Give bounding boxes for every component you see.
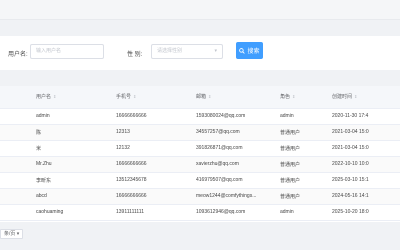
search-button-label: 搜索 bbox=[247, 49, 260, 55]
cell-role: admin bbox=[276, 108, 328, 125]
table-header-label: 手机号 bbox=[116, 94, 132, 101]
search-bar: 用户名: 输入用户名 性 别: 请选择性别 ▾ 搜索 bbox=[0, 36, 400, 70]
gender-select[interactable]: 请选择性别 ▾ bbox=[151, 44, 223, 59]
cell-email: xavierzhu@qq.com bbox=[192, 156, 276, 173]
cell-role: 普通用户 bbox=[276, 140, 328, 157]
table-row[interactable]: Mr.Zhu 16666666666 xavierzhu@qq.com 普通用户… bbox=[0, 156, 400, 173]
row-select-cell bbox=[0, 156, 32, 173]
cell-created: 2022-10-10 10:0 bbox=[328, 156, 400, 173]
cell-created: 2024-05-16 14:1 bbox=[328, 188, 400, 205]
cell-role: admin bbox=[276, 204, 328, 221]
cell-created: 2020-11-30 17:4 bbox=[328, 108, 400, 125]
cell-created: 2021-03-04 15:0 bbox=[328, 124, 400, 141]
cell-phone: 13512345678 bbox=[112, 172, 192, 189]
row-select-cell bbox=[0, 140, 32, 157]
chevron-down-icon: ▾ bbox=[16, 231, 20, 237]
sort-icon[interactable]: ⇕ bbox=[208, 94, 211, 99]
table-header-username[interactable]: 用户名 ⇕ bbox=[32, 86, 112, 109]
table-header-label: 用户名 bbox=[36, 94, 52, 101]
row-select-cell bbox=[0, 172, 32, 189]
table-header-select bbox=[0, 86, 32, 109]
cell-username: 米 bbox=[32, 140, 112, 157]
cell-phone: 12132 bbox=[112, 140, 192, 157]
table-header-label: 创建时间 bbox=[332, 94, 353, 101]
cell-role: 普通用户 bbox=[276, 156, 328, 173]
table-header-label: 角色 bbox=[280, 94, 291, 101]
search-button[interactable]: 搜索 bbox=[236, 42, 263, 59]
table-header-label: 邮箱 bbox=[196, 94, 207, 101]
cell-username: Mr.Zhu bbox=[32, 156, 112, 173]
cell-email: 34557257@qq.com bbox=[192, 124, 276, 141]
table-header-phone[interactable]: 手机号 ⇕ bbox=[112, 86, 192, 109]
cell-role: 普通用户 bbox=[276, 188, 328, 205]
sort-icon[interactable]: ⇕ bbox=[133, 94, 136, 99]
sort-icon[interactable]: ⇕ bbox=[292, 94, 295, 99]
row-select-cell bbox=[0, 108, 32, 125]
cell-phone: 16666666666 bbox=[112, 156, 192, 173]
cell-role: 普通用户 bbox=[276, 172, 328, 189]
cell-created: 2025-03-10 15:1 bbox=[328, 172, 400, 189]
cell-username: caohuaming bbox=[32, 204, 112, 221]
cell-username: 李昕东 bbox=[32, 172, 112, 189]
username-input[interactable]: 输入用户名 bbox=[30, 44, 104, 59]
user-table: 用户名 ⇕ 手机号 ⇕ 邮箱 ⇕ 角色 ⇕ 创建时间 ⇕ admin 1666666666… bbox=[0, 86, 400, 222]
cell-phone: 16666666666 bbox=[112, 108, 192, 125]
top-bar bbox=[0, 0, 400, 20]
cell-phone: 13911111111 bbox=[112, 204, 192, 221]
table-header-role[interactable]: 角色 ⇕ bbox=[276, 86, 328, 109]
table-row[interactable]: caohuaming 13911111111 1093612946@qq.com… bbox=[0, 204, 400, 221]
cell-email: meow1244@comfythings... bbox=[192, 188, 276, 205]
row-select-cell bbox=[0, 124, 32, 141]
cell-phone: 12313 bbox=[112, 124, 192, 141]
row-select-cell bbox=[0, 204, 32, 221]
table-row[interactable]: admin 16666666666 1593080024@qq.com admi… bbox=[0, 108, 400, 125]
table-row[interactable]: abcd 16666666666 meow1244@comfythings...… bbox=[0, 188, 400, 205]
gender-label: 性 别: bbox=[127, 52, 143, 58]
cell-username: 陈 bbox=[32, 124, 112, 141]
table-header-created[interactable]: 创建时间 ⇕ bbox=[328, 86, 400, 109]
cell-username: abcd bbox=[32, 188, 112, 205]
cell-email: 391826871@qq.com bbox=[192, 140, 276, 157]
cell-email: 1593080024@qq.com bbox=[192, 108, 276, 125]
gender-select-placeholder: 请选择性别 bbox=[157, 48, 183, 54]
row-select-cell bbox=[0, 188, 32, 205]
cell-role: 普通用户 bbox=[276, 124, 328, 141]
cell-email: 1093612946@qq.com bbox=[192, 204, 276, 221]
table-row[interactable]: 米 12132 391826871@qq.com 普通用户 2021-03-04… bbox=[0, 140, 400, 157]
cell-created: 2025-10-20 18:0 bbox=[328, 204, 400, 221]
table-row[interactable]: 陈 12313 34557257@qq.com 普通用户 2021-03-04 … bbox=[0, 124, 400, 141]
cell-email: 416979507@qq.com bbox=[192, 172, 276, 189]
table-header-email[interactable]: 邮箱 ⇕ bbox=[192, 86, 276, 109]
chevron-down-icon: ▾ bbox=[214, 48, 217, 54]
username-label: 用户名: bbox=[8, 52, 28, 58]
page-size-select[interactable]: 条/页 ▾ bbox=[0, 229, 24, 239]
sort-icon[interactable]: ⇕ bbox=[354, 94, 357, 99]
search-icon bbox=[239, 47, 246, 54]
cell-phone: 16666666666 bbox=[112, 188, 192, 205]
table-header-row: 用户名 ⇕ 手机号 ⇕ 邮箱 ⇕ 角色 ⇕ 创建时间 ⇕ bbox=[0, 86, 400, 109]
sort-icon[interactable]: ⇕ bbox=[53, 94, 56, 99]
cell-created: 2021-03-04 15:0 bbox=[328, 140, 400, 157]
table-row[interactable]: 李昕东 13512345678 416979507@qq.com 普通用户 20… bbox=[0, 172, 400, 189]
cell-username: admin bbox=[32, 108, 112, 125]
page-size-label: 条/页 bbox=[4, 231, 16, 237]
